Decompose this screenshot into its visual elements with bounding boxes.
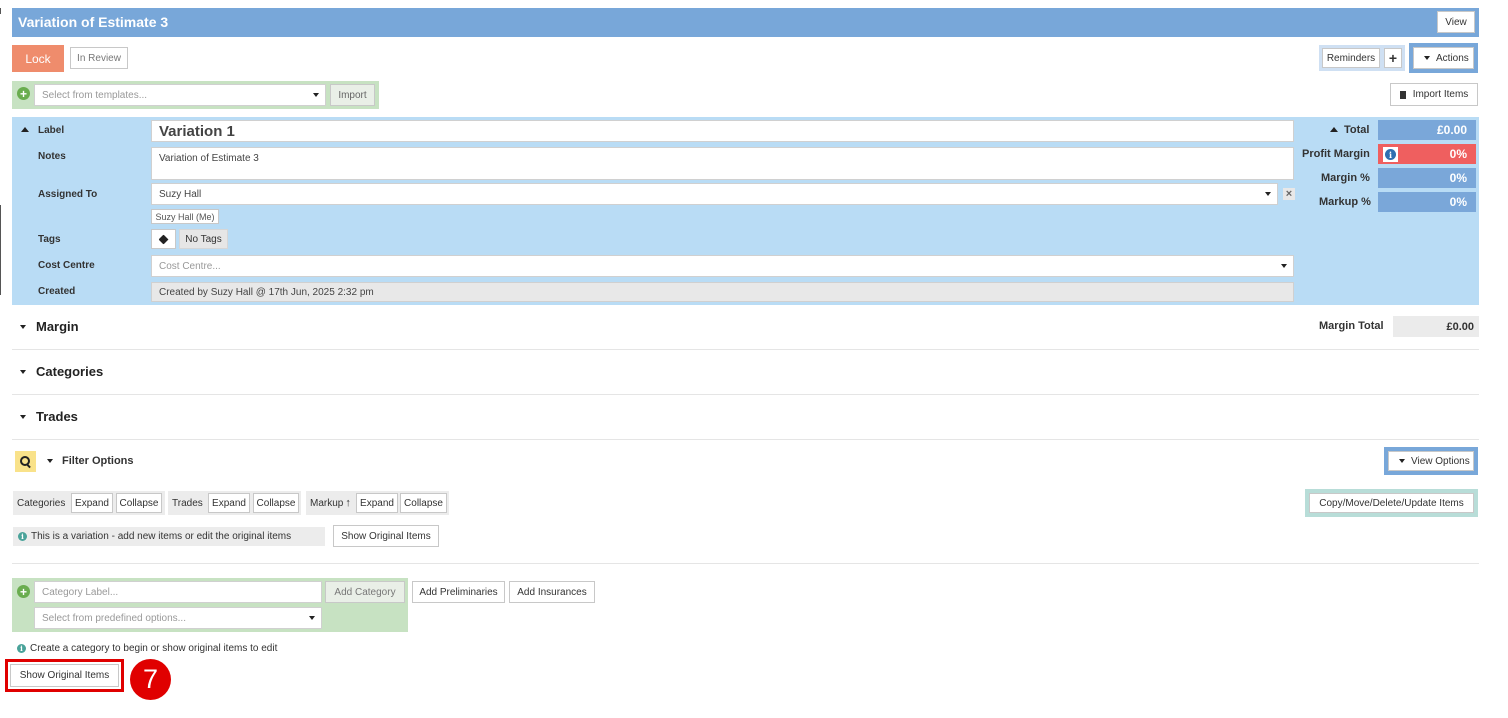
assign-me-chip[interactable]: Suzy Hall (Me) xyxy=(151,209,219,224)
margin-section-title[interactable]: Margin xyxy=(36,319,79,334)
show-original-items-button[interactable]: Show Original Items xyxy=(333,525,439,547)
chevron-down-icon xyxy=(1399,459,1405,463)
divider xyxy=(12,394,1479,395)
category-hint-text: Create a category to begin or show origi… xyxy=(30,643,278,654)
add-category-icon[interactable]: + xyxy=(17,585,30,598)
label-field-label: Label xyxy=(38,125,65,136)
markup-pct-value: 0% xyxy=(1378,192,1476,212)
divider xyxy=(12,439,1479,440)
notes-textarea[interactable]: Variation of Estimate 3 xyxy=(151,147,1294,180)
add-insurances-button[interactable]: Add Insurances xyxy=(509,581,595,603)
chevron-down-icon xyxy=(313,93,319,97)
profit-margin-label: Profit Margin xyxy=(1302,148,1370,160)
cost-centre-select[interactable]: Cost Centre... xyxy=(151,255,1294,277)
categories-expand-button[interactable]: Expand xyxy=(71,493,113,513)
total-label: Total xyxy=(1344,124,1370,136)
actions-label: Actions xyxy=(1436,52,1469,64)
info-icon: i xyxy=(17,644,26,653)
margin-pct-value: 0% xyxy=(1378,168,1476,188)
chevron-down-icon[interactable] xyxy=(47,459,53,463)
reminders-button[interactable]: Reminders xyxy=(1322,48,1380,68)
view-options-button[interactable]: View Options xyxy=(1388,451,1474,471)
in-review-button[interactable]: In Review xyxy=(70,47,128,69)
import-items-label: Import Items xyxy=(1412,89,1469,100)
trades-collapse-button[interactable]: Collapse xyxy=(253,493,299,513)
cost-centre-field-label: Cost Centre xyxy=(38,260,95,271)
markup-pct-label: Markup % xyxy=(1319,196,1371,208)
margin-pct-label: Margin % xyxy=(1321,172,1370,184)
add-category-button[interactable]: Add Category xyxy=(325,581,405,603)
page-header xyxy=(12,8,1479,37)
left-edge-mark xyxy=(0,8,1,14)
lock-button[interactable]: Lock xyxy=(12,45,64,72)
add-preliminaries-button[interactable]: Add Preliminaries xyxy=(412,581,505,603)
import-button[interactable]: Import xyxy=(330,84,375,106)
variation-info-text: This is a variation - add new items or e… xyxy=(31,531,292,542)
show-original-items-button[interactable]: Show Original Items xyxy=(10,664,119,687)
tags-field-label: Tags xyxy=(38,234,61,245)
filter-options-label[interactable]: Filter Options xyxy=(62,455,134,467)
chevron-down-icon[interactable] xyxy=(20,415,26,419)
copy-move-button[interactable]: Copy/Move/Delete/Update Items xyxy=(1309,493,1474,513)
label-input[interactable]: Variation 1 xyxy=(151,120,1294,142)
template-select[interactable]: Select from templates... xyxy=(34,84,326,106)
view-button[interactable]: View xyxy=(1437,11,1475,33)
markup-expand-button[interactable]: Expand xyxy=(356,493,398,513)
search-icon[interactable] xyxy=(15,451,36,472)
page-title: Variation of Estimate 3 xyxy=(18,14,169,30)
markup-collapse-button[interactable]: Collapse xyxy=(400,493,447,513)
assigned-field-label: Assigned To xyxy=(38,189,98,200)
left-edge-mark xyxy=(0,205,1,295)
assigned-select[interactable]: Suzy Hall xyxy=(151,183,1278,205)
no-tags-chip[interactable]: No Tags xyxy=(179,229,228,249)
info-icon: i xyxy=(18,532,27,541)
tag-icon[interactable] xyxy=(151,229,176,249)
chevron-up-icon[interactable] xyxy=(1330,127,1338,132)
reminders-add-button[interactable]: + xyxy=(1384,48,1402,68)
created-field-label: Created xyxy=(38,286,76,297)
trades-section-title[interactable]: Trades xyxy=(36,409,78,424)
info-icon[interactable]: i xyxy=(1383,147,1398,162)
chevron-down-icon[interactable] xyxy=(20,325,26,329)
margin-total-value: £0.00 xyxy=(1393,316,1479,337)
divider xyxy=(12,563,1479,564)
file-icon xyxy=(1399,90,1406,99)
predefined-options-select[interactable]: Select from predefined options... xyxy=(34,607,322,629)
divider xyxy=(12,349,1479,350)
created-readonly: Created by Suzy Hall @ 17th Jun, 2025 2:… xyxy=(151,282,1294,302)
actions-button[interactable]: Actions xyxy=(1413,47,1474,69)
chevron-down-icon[interactable] xyxy=(20,370,26,374)
margin-total-label: Margin Total xyxy=(1319,320,1384,332)
total-value: £0.00 xyxy=(1378,120,1476,140)
categories-section-title[interactable]: Categories xyxy=(36,364,103,379)
chevron-down-icon xyxy=(1265,192,1271,196)
notes-field-label: Notes xyxy=(38,151,66,162)
view-options-label: View Options xyxy=(1411,455,1470,467)
clear-assigned-icon[interactable]: × xyxy=(1283,188,1295,200)
chevron-up-icon[interactable] xyxy=(21,127,29,132)
chevron-down-icon xyxy=(309,616,315,620)
trades-expand-button[interactable]: Expand xyxy=(208,493,250,513)
chevron-down-icon xyxy=(1281,264,1287,268)
import-items-button[interactable]: Import Items xyxy=(1390,83,1478,106)
chevron-down-icon xyxy=(1424,56,1430,60)
step-number-badge: 7 xyxy=(130,659,171,700)
add-template-icon[interactable]: + xyxy=(17,87,30,100)
category-label-input[interactable]: Category Label... xyxy=(34,581,322,603)
arrow-up-icon: ↑ xyxy=(345,497,351,509)
categories-collapse-button[interactable]: Collapse xyxy=(116,493,162,513)
